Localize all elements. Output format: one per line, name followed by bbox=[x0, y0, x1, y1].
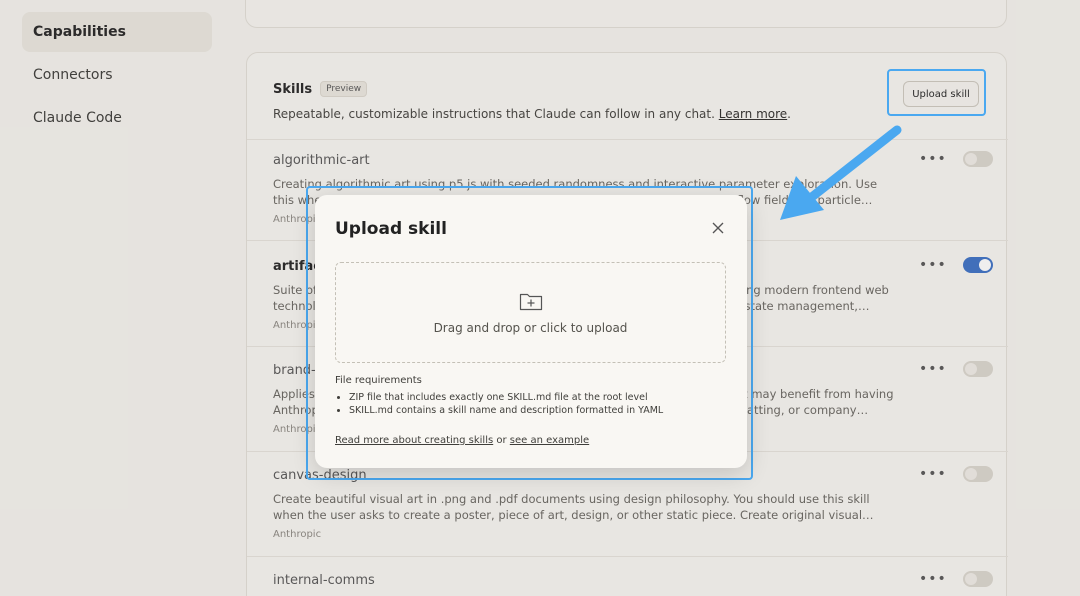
dropzone-label: Drag and drop or click to upload bbox=[433, 320, 628, 335]
requirements-list: ZIP file that includes exactly one SKILL… bbox=[349, 391, 663, 417]
see-example-link[interactable]: see an example bbox=[510, 435, 589, 446]
folder-plus-icon bbox=[519, 293, 542, 310]
requirement-item: ZIP file that includes exactly one SKILL… bbox=[349, 391, 663, 404]
or-text: or bbox=[493, 435, 510, 446]
read-more-link[interactable]: Read more about creating skills bbox=[335, 435, 493, 446]
help-links: Read more about creating skills or see a… bbox=[335, 435, 589, 446]
modal-title: Upload skill bbox=[335, 219, 447, 239]
requirement-item: SKILL.md contains a skill name and descr… bbox=[349, 404, 663, 417]
requirements-title: File requirements bbox=[335, 375, 422, 386]
close-icon[interactable] bbox=[711, 221, 725, 235]
file-dropzone[interactable]: Drag and drop or click to upload bbox=[335, 262, 726, 363]
upload-skill-modal: Upload skill Drag and drop or click to u… bbox=[315, 195, 747, 468]
